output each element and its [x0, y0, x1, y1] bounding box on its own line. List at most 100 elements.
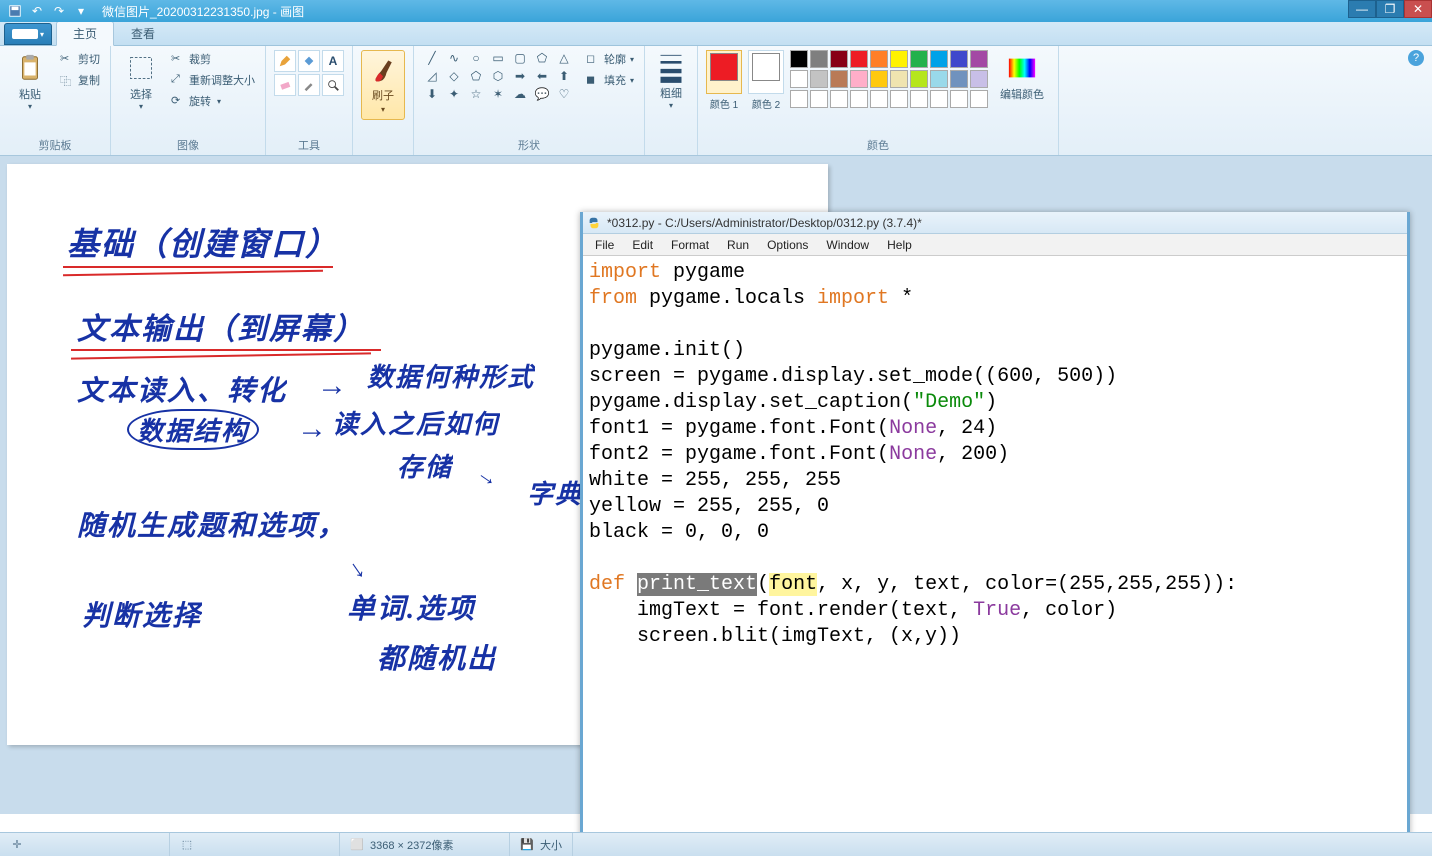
minimize-button[interactable]: —: [1348, 0, 1376, 18]
palette-color[interactable]: [790, 90, 808, 108]
palette-color[interactable]: [910, 90, 928, 108]
file-menu-button[interactable]: ▾: [4, 23, 52, 45]
shape-callout[interactable]: ☁: [510, 86, 530, 102]
qat-dropdown-icon[interactable]: ▾: [72, 2, 90, 20]
shape-pentagon[interactable]: ⬠: [466, 68, 486, 84]
shape-outline-button[interactable]: ◻轮廓▾: [584, 50, 636, 68]
color-2-button[interactable]: [748, 50, 784, 94]
palette-color[interactable]: [970, 50, 988, 68]
thickness-button[interactable]: 粗细 ▾: [653, 50, 689, 110]
idle-menu-window[interactable]: Window: [818, 236, 877, 254]
idle-menu-run[interactable]: Run: [719, 236, 757, 254]
shape-arrow-right[interactable]: ➡: [510, 68, 530, 84]
redo-icon[interactable]: ↷: [50, 2, 68, 20]
palette-color[interactable]: [810, 70, 828, 88]
idle-menu-options[interactable]: Options: [759, 236, 816, 254]
copy-button[interactable]: ⿻复制: [58, 71, 102, 89]
shape-rect[interactable]: ▭: [488, 50, 508, 66]
palette-color[interactable]: [890, 90, 908, 108]
palette-color[interactable]: [810, 50, 828, 68]
palette-color[interactable]: [930, 90, 948, 108]
palette-color[interactable]: [890, 50, 908, 68]
palette-color[interactable]: [930, 50, 948, 68]
chevron-down-icon: ▾: [28, 102, 32, 111]
brush-button[interactable]: 刷子 ▾: [361, 50, 405, 120]
chevron-down-icon: ▾: [669, 101, 673, 110]
color-1-button[interactable]: [706, 50, 742, 94]
resize-button[interactable]: ⤢重新调整大小: [169, 71, 257, 89]
tool-color-picker[interactable]: [298, 74, 320, 96]
palette-color[interactable]: [870, 50, 888, 68]
idle-code-area[interactable]: import pygame from pygame.locals import …: [583, 256, 1407, 654]
arrow-1: →: [317, 369, 349, 403]
idle-title-bar[interactable]: *0312.py - C:/Users/Administrator/Deskto…: [583, 212, 1407, 234]
shape-arrow-left[interactable]: ⬅: [532, 68, 552, 84]
palette-color[interactable]: [910, 70, 928, 88]
shape-heart[interactable]: ♡: [554, 86, 574, 102]
palette-color[interactable]: [870, 90, 888, 108]
group-tools: A 工具: [266, 46, 353, 155]
palette-color[interactable]: [970, 90, 988, 108]
shape-star4[interactable]: ✦: [444, 86, 464, 102]
palette-color[interactable]: [810, 90, 828, 108]
idle-menu-format[interactable]: Format: [663, 236, 717, 254]
shape-right-triangle[interactable]: ◿: [422, 68, 442, 84]
save-icon[interactable]: [6, 2, 24, 20]
help-icon[interactable]: ?: [1408, 50, 1424, 66]
tool-text[interactable]: A: [322, 50, 344, 72]
palette-color[interactable]: [850, 90, 868, 108]
palette-color[interactable]: [870, 70, 888, 88]
palette-color[interactable]: [950, 90, 968, 108]
shape-oval[interactable]: ○: [466, 50, 486, 66]
palette-color[interactable]: [790, 70, 808, 88]
shapes-gallery[interactable]: ╱ ∿ ○ ▭ ▢ ⬠ △ ◿ ◇ ⬠ ⬡ ➡ ⬅ ⬆ ⬇ ✦ ☆ ✶ ☁ 💬: [422, 50, 574, 102]
shape-star6[interactable]: ✶: [488, 86, 508, 102]
palette-color[interactable]: [850, 50, 868, 68]
undo-icon[interactable]: ↶: [28, 2, 46, 20]
idle-menu-help[interactable]: Help: [879, 236, 920, 254]
rotate-button[interactable]: ⟳旋转▾: [169, 92, 257, 110]
palette-color[interactable]: [970, 70, 988, 88]
palette-color[interactable]: [850, 70, 868, 88]
tab-home[interactable]: 主页: [56, 21, 114, 46]
ribbon-tabs: ▾ 主页 查看: [0, 22, 1432, 46]
shape-arrow-down[interactable]: ⬇: [422, 86, 442, 102]
tool-pencil[interactable]: [274, 50, 296, 72]
shape-curve[interactable]: ∿: [444, 50, 464, 66]
idle-menu-edit[interactable]: Edit: [624, 236, 661, 254]
palette-color[interactable]: [790, 50, 808, 68]
disk-icon: 💾: [520, 838, 534, 852]
palette-color[interactable]: [830, 50, 848, 68]
shape-hexagon[interactable]: ⬡: [488, 68, 508, 84]
shape-star5[interactable]: ☆: [466, 86, 486, 102]
python-icon: [587, 216, 601, 230]
select-button[interactable]: 选择 ▾: [119, 50, 163, 113]
shape-fill-button[interactable]: ◼填充▾: [584, 71, 636, 89]
shape-roundrect[interactable]: ▢: [510, 50, 530, 66]
edit-colors-button[interactable]: 编辑颜色: [994, 50, 1050, 104]
shape-line[interactable]: ╱: [422, 50, 442, 66]
shape-callout2[interactable]: 💬: [532, 86, 552, 102]
tool-eraser[interactable]: [274, 74, 296, 96]
crop-button[interactable]: ✂裁剪: [169, 50, 257, 68]
tool-magnifier[interactable]: [322, 74, 344, 96]
palette-color[interactable]: [910, 50, 928, 68]
palette-color[interactable]: [890, 70, 908, 88]
paste-button[interactable]: 粘贴 ▾: [8, 50, 52, 113]
idle-menu-file[interactable]: File: [587, 236, 622, 254]
palette-color[interactable]: [830, 70, 848, 88]
palette-color[interactable]: [950, 50, 968, 68]
maximize-button[interactable]: ❐: [1376, 0, 1404, 18]
palette-color[interactable]: [930, 70, 948, 88]
tab-view[interactable]: 查看: [114, 21, 172, 45]
palette-color[interactable]: [950, 70, 968, 88]
cut-button[interactable]: ✂剪切: [58, 50, 102, 68]
cursor-icon: ✛: [10, 838, 24, 852]
shape-arrow-up[interactable]: ⬆: [554, 68, 574, 84]
tool-fill[interactable]: [298, 50, 320, 72]
close-button[interactable]: ✕: [1404, 0, 1432, 18]
palette-color[interactable]: [830, 90, 848, 108]
shape-diamond[interactable]: ◇: [444, 68, 464, 84]
shape-triangle[interactable]: △: [554, 50, 574, 66]
shape-polygon[interactable]: ⬠: [532, 50, 552, 66]
